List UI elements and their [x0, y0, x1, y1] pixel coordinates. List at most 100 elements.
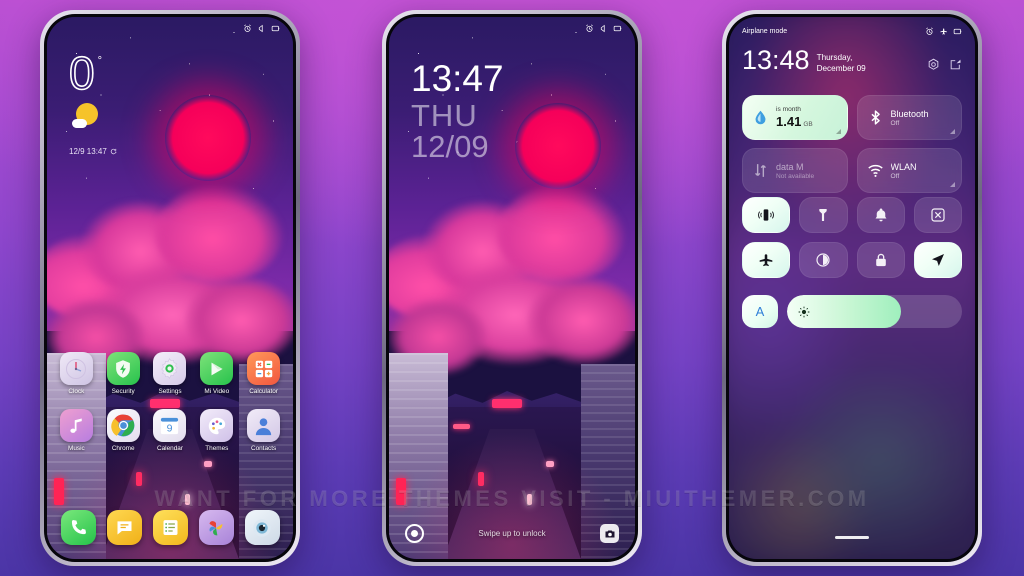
camera-icon[interactable] [600, 524, 619, 543]
toggle-row-2 [742, 242, 962, 278]
settings-hex-icon[interactable] [927, 58, 940, 71]
app-calculator[interactable]: Calculator [243, 352, 285, 395]
app-label: Themes [205, 445, 229, 452]
drag-handle[interactable] [835, 536, 869, 539]
music-note-icon [59, 409, 93, 442]
weather-widget[interactable]: 0 ° 12/9 13:47 [68, 47, 117, 156]
lock-bottom-bar: Swipe up to unlock [389, 524, 635, 543]
message-icon[interactable] [106, 510, 142, 545]
control-center-header: 13:48 Thursday, December 09 [742, 47, 962, 74]
brightness-slider[interactable] [787, 295, 962, 328]
svg-text:9: 9 [167, 422, 173, 434]
app-label: Contacts [250, 445, 277, 452]
tile-row-1: is month 1.41 GB Bluetooth Off [742, 95, 962, 140]
phone-home-screen: 0 ° 12/9 13:47 Clock Security Settings M… [40, 10, 300, 566]
mobile-data-tile[interactable]: data M Not available [742, 148, 848, 193]
expand-corner-icon[interactable] [950, 182, 955, 187]
app-contacts[interactable]: Contacts [243, 409, 285, 452]
mobile-data-subtitle: Not available [776, 172, 815, 180]
vibrate-icon [758, 209, 774, 221]
calendar-icon: 9 [153, 409, 187, 442]
app-grid: Clock Security Settings Mi Video Calcula… [47, 352, 293, 452]
phone2-screen: 13:47 THU 12/09 Swipe up to unlock [389, 17, 635, 559]
water-drop-icon [755, 110, 766, 125]
wlan-tile[interactable]: WLAN Off [856, 148, 962, 193]
lock-icon [875, 253, 886, 267]
silent-icon [258, 24, 263, 32]
airplane-icon [940, 28, 947, 35]
app-clock[interactable]: Clock [55, 352, 97, 395]
app-label: Calculator [249, 388, 278, 395]
app-calendar[interactable]: 9 Calendar [149, 409, 191, 452]
brightness-row: A [742, 295, 962, 328]
app-label: Settings [158, 388, 182, 395]
phone3-bezel: Airplane mode 13:48 Thursday, December 0… [726, 14, 978, 562]
flashlight-toggle[interactable] [799, 197, 848, 233]
gear-icon [153, 352, 187, 385]
calculator-icon [247, 352, 281, 385]
wlan-subtitle: Off [890, 172, 900, 180]
app-security[interactable]: Security [102, 352, 144, 395]
lock-screen-clock: 13:47 THU 12/09 [411, 60, 504, 164]
battery-icon [613, 25, 622, 31]
control-center-panel: Airplane mode 13:48 Thursday, December 0… [729, 17, 975, 559]
location-toggle[interactable] [913, 242, 962, 278]
cc-time: 13:48 [742, 45, 810, 75]
camera-icon[interactable] [244, 510, 280, 545]
sun-behind-cloud-icon [72, 103, 98, 129]
airplane-toggle[interactable] [742, 242, 791, 278]
battery-icon [953, 28, 962, 35]
app-row-1: Clock Security Settings Mi Video Calcula… [47, 352, 293, 395]
flashlight-icon[interactable] [405, 524, 424, 543]
edit-icon[interactable] [949, 58, 962, 71]
play-icon [200, 352, 234, 385]
ringer-toggle[interactable] [856, 197, 905, 233]
app-label: Music [68, 445, 85, 452]
bluetooth-tile[interactable]: Bluetooth Off [856, 95, 962, 140]
refresh-icon[interactable] [110, 148, 117, 155]
app-settings[interactable]: Settings [149, 352, 191, 395]
screenshot-toggle[interactable] [913, 197, 962, 233]
data-usage-value: 1.41 [776, 114, 802, 129]
data-usage-unit: GB [803, 121, 813, 128]
data-usage-label: is month [776, 106, 801, 113]
red-sun-decoration [165, 95, 251, 181]
vibrate-toggle[interactable] [742, 197, 791, 233]
airplane-icon [759, 254, 773, 267]
weather-updated: 12/9 13:47 [69, 147, 117, 156]
carrier-label: Airplane mode [742, 28, 788, 35]
alarm-icon [586, 23, 593, 32]
phone-icon[interactable] [60, 510, 96, 545]
dark-mode-toggle[interactable] [799, 242, 848, 278]
data-arrows-icon [755, 164, 766, 177]
app-music[interactable]: Music [55, 409, 97, 452]
flashlight-icon [819, 209, 828, 221]
auto-brightness-button[interactable]: A [742, 295, 778, 328]
wifi-icon [867, 164, 883, 177]
expand-corner-icon[interactable] [950, 129, 955, 134]
location-arrow-icon [931, 254, 944, 266]
app-chrome[interactable]: Chrome [102, 409, 144, 452]
alarm-icon [244, 23, 251, 32]
app-row-2: Music Chrome 9 Calendar Themes Contacts [47, 409, 293, 452]
app-themes[interactable]: Themes [196, 409, 238, 452]
temperature-value: 0 [68, 47, 95, 99]
lock-date: 12/09 [411, 129, 489, 164]
cc-date: Thursday, December 09 [816, 53, 866, 73]
gallery-icon[interactable] [198, 510, 234, 545]
app-label: Mi Video [204, 388, 230, 395]
mobile-data-title: data M [776, 161, 804, 172]
weather-updated-text: 12/9 13:47 [69, 147, 107, 156]
lock-weekday: THU [411, 98, 478, 133]
phone2-status-bar [389, 17, 635, 39]
phone1-status-bar [47, 17, 293, 39]
phone3-screen: Airplane mode 13:48 Thursday, December 0… [729, 17, 975, 559]
shield-icon [106, 352, 140, 385]
bluetooth-title: Bluetooth [890, 108, 929, 119]
app-mi-video[interactable]: Mi Video [196, 352, 238, 395]
lock-toggle[interactable] [856, 242, 905, 278]
expand-corner-icon[interactable] [835, 129, 841, 134]
notes-icon[interactable] [152, 510, 188, 545]
data-usage-tile[interactable]: is month 1.41 GB [742, 95, 848, 140]
person-icon [247, 409, 281, 442]
